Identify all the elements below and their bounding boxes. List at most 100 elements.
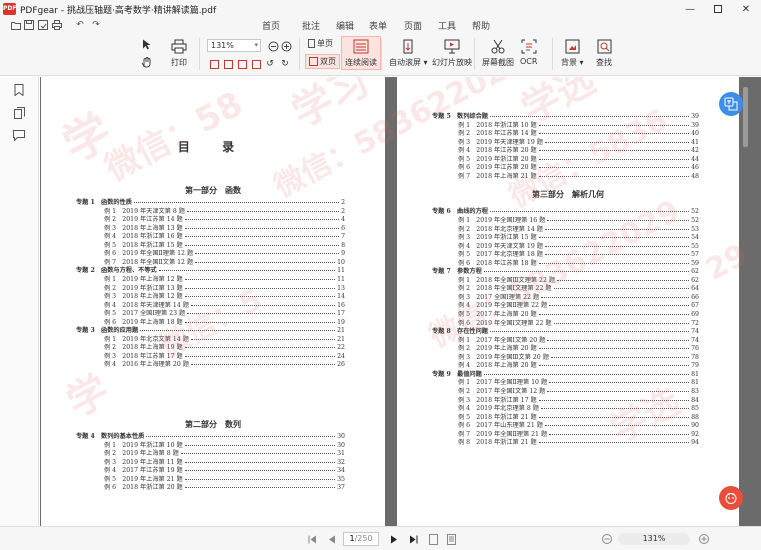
toc-item[interactable]: 例 6 2018 年浙江第 20 题 37 <box>104 484 345 492</box>
save-as-icon[interactable] <box>37 19 49 31</box>
toc-item[interactable]: 例 2 2018 年上海第 19 题 22 <box>104 344 345 352</box>
single-page-button[interactable]: 单页 <box>308 38 333 49</box>
toc-item[interactable]: 例 6 2019 年上海第 18 题 19 <box>104 319 345 327</box>
toc-item[interactable]: 例 4 2016 年上海理第 20 题 26 <box>104 361 345 369</box>
hand-tool-icon[interactable] <box>140 56 152 68</box>
toc-item[interactable]: 例 7 2018 年全国Ⅱ文第 12 题 10 <box>104 259 345 267</box>
toc-topic[interactable]: 专题 4 数列的基本性质 30 <box>76 433 345 441</box>
page-number-field[interactable]: 1/250 <box>343 532 379 546</box>
zoom-in-button[interactable] <box>280 40 292 52</box>
toc-item[interactable]: 例 3 2019 年上海第 11 题 32 <box>104 459 345 467</box>
toc-item[interactable]: 例 6 2019 年全国Ⅰ文理第 22 题 72 <box>458 320 699 328</box>
fit-page-icon[interactable] <box>208 58 220 70</box>
background-button[interactable]: 背景 ▾ <box>561 38 584 68</box>
tab-page[interactable]: 页面 <box>404 19 422 32</box>
toc-item[interactable]: 例 6 2019 年全国Ⅱ理第 12 题 9 <box>104 250 345 258</box>
print-quick-icon[interactable] <box>51 19 63 31</box>
toc-item[interactable]: 例 7 2019 年全国Ⅱ理第 21 题 92 <box>458 431 699 439</box>
translate-float-button[interactable] <box>719 92 743 116</box>
toc-topic[interactable]: 专题 8 存在性问题 74 <box>432 328 699 336</box>
toc-item[interactable]: 例 1 2018 年全国Ⅲ文理第 22 题 62 <box>458 277 699 285</box>
rotate-right-icon[interactable]: ↻ <box>279 58 291 70</box>
toc-item[interactable]: 例 1 2019 年浙江第 10 题 30 <box>104 442 345 450</box>
toc-item[interactable]: 例 4 2018 年江苏第 20 题 42 <box>458 147 699 155</box>
ocr-button[interactable]: OCR <box>520 38 537 66</box>
zoom-in-status-button[interactable] <box>697 532 711 546</box>
continuous-read-button[interactable]: 连续阅读 <box>341 36 381 70</box>
toc-item[interactable]: 例 6 2019 年江苏第 20 题 46 <box>458 164 699 172</box>
toc-topic[interactable]: 专题 6 曲线的方程 52 <box>432 208 699 216</box>
redo-icon[interactable]: ↷ <box>90 19 102 31</box>
toc-item[interactable]: 例 4 2019 年天津文第 19 题 55 <box>458 243 699 251</box>
tab-help[interactable]: 帮助 <box>472 19 490 32</box>
rotate-left-icon[interactable]: ↺ <box>264 58 276 70</box>
toc-topic[interactable]: 专题 7 参数方程 62 <box>432 268 699 276</box>
toc-item[interactable]: 例 3 2019 年浙江第 15 题 54 <box>458 234 699 242</box>
slideshow-button[interactable]: 幻灯片放映 <box>432 38 472 68</box>
search-button[interactable]: 查找 <box>596 38 612 68</box>
toc-item[interactable]: 例 3 2018 年江苏第 17 题 24 <box>104 353 345 361</box>
save-icon[interactable] <box>23 19 35 31</box>
toc-item[interactable]: 例 3 2019 年天津理第 19 题 41 <box>458 139 699 147</box>
comments-icon[interactable] <box>12 128 26 142</box>
auto-scroll-button[interactable]: 自动滚屏 ▾ <box>389 38 428 68</box>
toc-item[interactable]: 例 3 2018 年上海第 13 题 6 <box>104 225 345 233</box>
zoom-slider[interactable]: 131% <box>618 533 690 545</box>
toc-item[interactable]: 例 2 2019 年上海第 8 题 31 <box>104 450 345 458</box>
toc-item[interactable]: 例 4 2018 年浙江第 16 题 7 <box>104 233 345 241</box>
undo-icon[interactable]: ↶ <box>74 19 86 31</box>
toc-item[interactable]: 例 2 2017 年全国Ⅰ文第 12 题 83 <box>458 388 699 396</box>
thumbnails-icon[interactable] <box>12 106 26 120</box>
toc-item[interactable]: 例 1 2019 年全国Ⅰ理第 16 题 52 <box>458 217 699 225</box>
open-folder-icon[interactable] <box>10 19 22 31</box>
toc-item[interactable]: 例 6 2017 年山东理第 21 题 90 <box>458 422 699 430</box>
toc-item[interactable]: 例 1 2019 年北京文第 14 题 21 <box>104 336 345 344</box>
toc-item[interactable]: 例 1 2019 年上海第 12 题 11 <box>104 276 345 284</box>
toc-topic[interactable]: 专题 3 函数的应用题 21 <box>76 327 345 335</box>
toc-item[interactable]: 例 4 2018 年天津理第 14 题 16 <box>104 302 345 310</box>
toc-item[interactable]: 例 2 2018 年江苏第 14 题 40 <box>458 130 699 138</box>
toc-item[interactable]: 例 7 2018 年上海第 21 题 48 <box>458 173 699 181</box>
toc-item[interactable]: 例 2 2018 年全国Ⅰ文理第 22 题 64 <box>458 285 699 293</box>
toc-topic[interactable]: 专题 5 数列综合题 39 <box>432 113 699 121</box>
next-page-button[interactable] <box>387 532 401 546</box>
toc-topic[interactable]: 专题 2 函数与方程、不等式 11 <box>76 267 345 275</box>
toc-item[interactable]: 例 4 2017 年江苏第 19 题 34 <box>104 467 345 475</box>
toc-topic[interactable]: 专题 1 函数的性质 2 <box>76 199 345 207</box>
toc-item[interactable]: 例 5 2018 年浙江第 15 题 8 <box>104 242 345 250</box>
toc-item[interactable]: 例 1 2018 年浙江第 10 题 39 <box>458 122 699 130</box>
toc-item[interactable]: 例 5 2019 年浙江第 20 题 44 <box>458 156 699 164</box>
tab-annotate[interactable]: 批注 <box>302 19 320 32</box>
toc-item[interactable]: 例 1 2017 年全国Ⅰ文第 20 题 74 <box>458 337 699 345</box>
double-page-button[interactable]: 双页 <box>305 54 340 69</box>
tab-home[interactable]: 首页 <box>262 19 280 32</box>
scrollbar-thumb[interactable] <box>743 87 748 147</box>
toc-item[interactable]: 例 5 2017 年北京理第 18 题 57 <box>458 251 699 259</box>
toc-item[interactable]: 例 5 2017 年上海第 20 题 69 <box>458 311 699 319</box>
toc-item[interactable]: 例 2 2019 年浙江第 13 题 13 <box>104 285 345 293</box>
toc-item[interactable]: 例 3 2019 年全国Ⅲ文第 20 题 78 <box>458 354 699 362</box>
toc-item[interactable]: 例 5 2019 年上海第 21 题 35 <box>104 476 345 484</box>
tab-tools[interactable]: 工具 <box>438 19 456 32</box>
tab-edit[interactable]: 编辑 <box>336 19 354 32</box>
actual-size-icon[interactable] <box>236 58 248 70</box>
print-button[interactable]: 打印 <box>171 38 187 68</box>
first-page-button[interactable] <box>305 532 319 546</box>
tab-form[interactable]: 表单 <box>369 19 387 32</box>
previous-page-button[interactable] <box>325 532 339 546</box>
select-cursor-icon[interactable] <box>140 38 152 50</box>
toc-item[interactable]: 例 6 2018 年江苏第 18 题 59 <box>458 260 699 268</box>
maximize-button[interactable] <box>704 0 732 18</box>
toc-item[interactable]: 例 4 2019 年北京理第 8 题 85 <box>458 405 699 413</box>
zoom-select[interactable]: 131% ▾ <box>207 39 261 52</box>
toc-item[interactable]: 例 4 2019 年全国Ⅱ理第 22 题 67 <box>458 302 699 310</box>
fit-visible-icon[interactable] <box>250 58 262 70</box>
toc-item[interactable]: 例 3 2017 全国Ⅰ理第 22 题 66 <box>458 294 699 302</box>
toc-item[interactable]: 例 4 2018 年上海第 20 题 79 <box>458 362 699 370</box>
minimize-button[interactable]: — <box>676 0 704 18</box>
bookmark-icon[interactable] <box>12 83 26 97</box>
toc-item[interactable]: 例 3 2018 年上海第 12 题 14 <box>104 293 345 301</box>
last-page-button[interactable] <box>406 532 420 546</box>
toc-item[interactable]: 例 5 2017 全国Ⅰ理第 23 题 17 <box>104 310 345 318</box>
toc-item[interactable]: 例 2 2018 年北京理第 14 题 53 <box>458 226 699 234</box>
